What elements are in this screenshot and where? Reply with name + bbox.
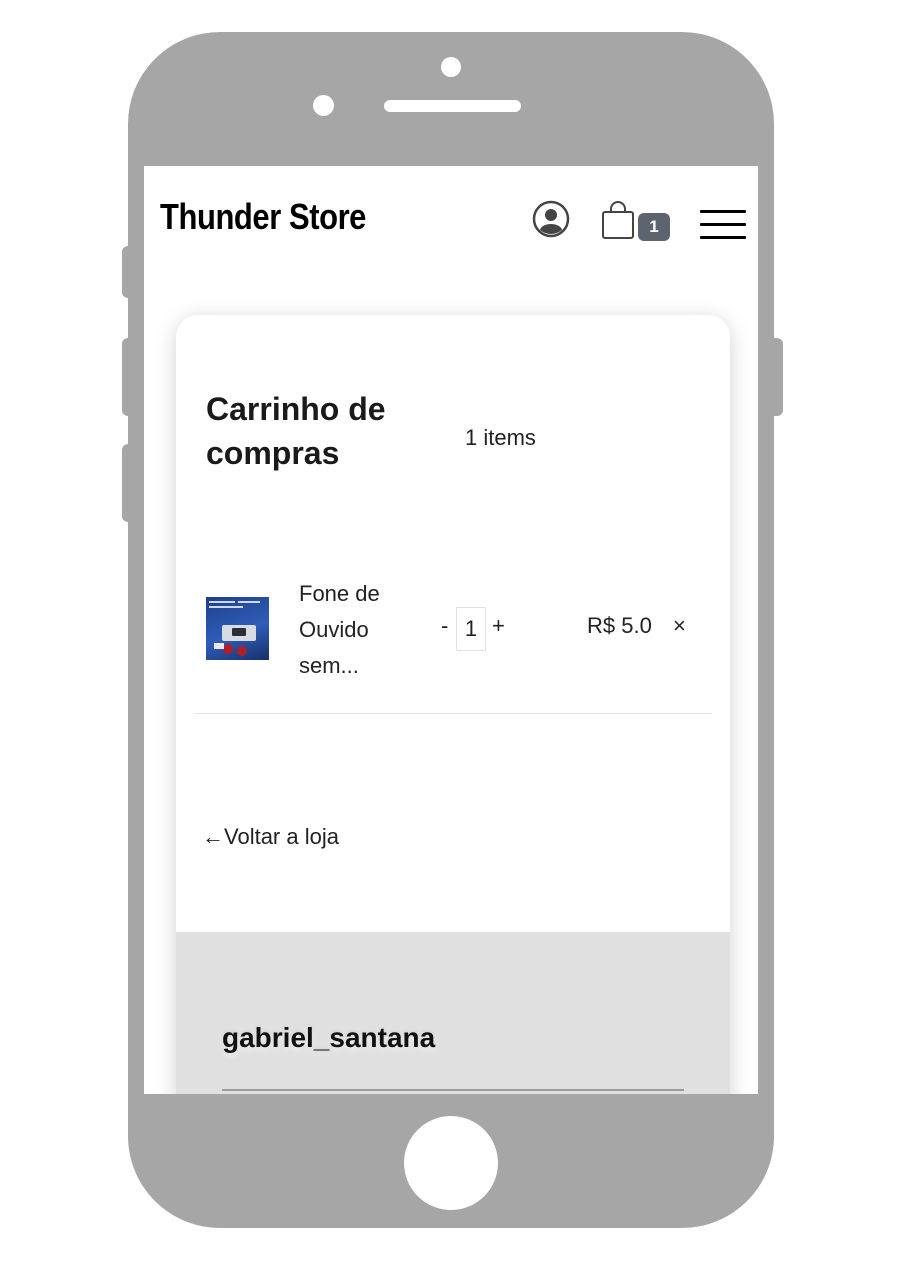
cart-count-badge: 1 bbox=[638, 213, 670, 241]
cart-item-row: Fone de Ouvido sem... - 1 + R$ 5.0 × bbox=[194, 571, 712, 714]
back-to-store-link[interactable]: ←Voltar a loja bbox=[202, 824, 339, 850]
header: Thunder Store 1 bbox=[144, 166, 758, 276]
device-side-button bbox=[122, 444, 134, 522]
device-side-button bbox=[122, 338, 134, 416]
summary-divider bbox=[222, 1089, 684, 1091]
increase-quantity-button[interactable]: + bbox=[492, 613, 505, 639]
device-camera bbox=[441, 57, 461, 77]
device-side-button bbox=[768, 338, 783, 416]
decrease-quantity-button[interactable]: - bbox=[441, 613, 448, 639]
cart-item-count: 1 items bbox=[465, 425, 536, 450]
product-price: R$ 5.0 bbox=[587, 613, 652, 638]
remove-item-button[interactable]: × bbox=[673, 613, 686, 639]
hamburger-menu-icon[interactable] bbox=[700, 210, 746, 240]
device-sensor bbox=[313, 95, 334, 116]
cart-title: Carrinho de compras bbox=[206, 391, 386, 471]
username: gabriel_santana bbox=[222, 1022, 436, 1053]
device-home-button bbox=[404, 1116, 498, 1210]
summary-panel: gabriel_santana bbox=[176, 932, 730, 1094]
device-speaker bbox=[384, 100, 521, 112]
cart-card: Carrinho de compras 1 items Fone de Ouvi… bbox=[176, 315, 730, 1094]
store-logo[interactable]: Thunder Store bbox=[160, 196, 366, 238]
product-name[interactable]: Fone de Ouvido sem... bbox=[299, 576, 409, 684]
product-thumbnail[interactable] bbox=[206, 597, 269, 660]
user-circle-icon[interactable] bbox=[532, 200, 570, 238]
shopping-bag-icon[interactable] bbox=[600, 200, 636, 240]
device-side-button bbox=[122, 246, 134, 298]
screen: Thunder Store 1 Carrinho de compras 1 it… bbox=[144, 166, 758, 1094]
quantity-field[interactable]: 1 bbox=[456, 607, 486, 651]
